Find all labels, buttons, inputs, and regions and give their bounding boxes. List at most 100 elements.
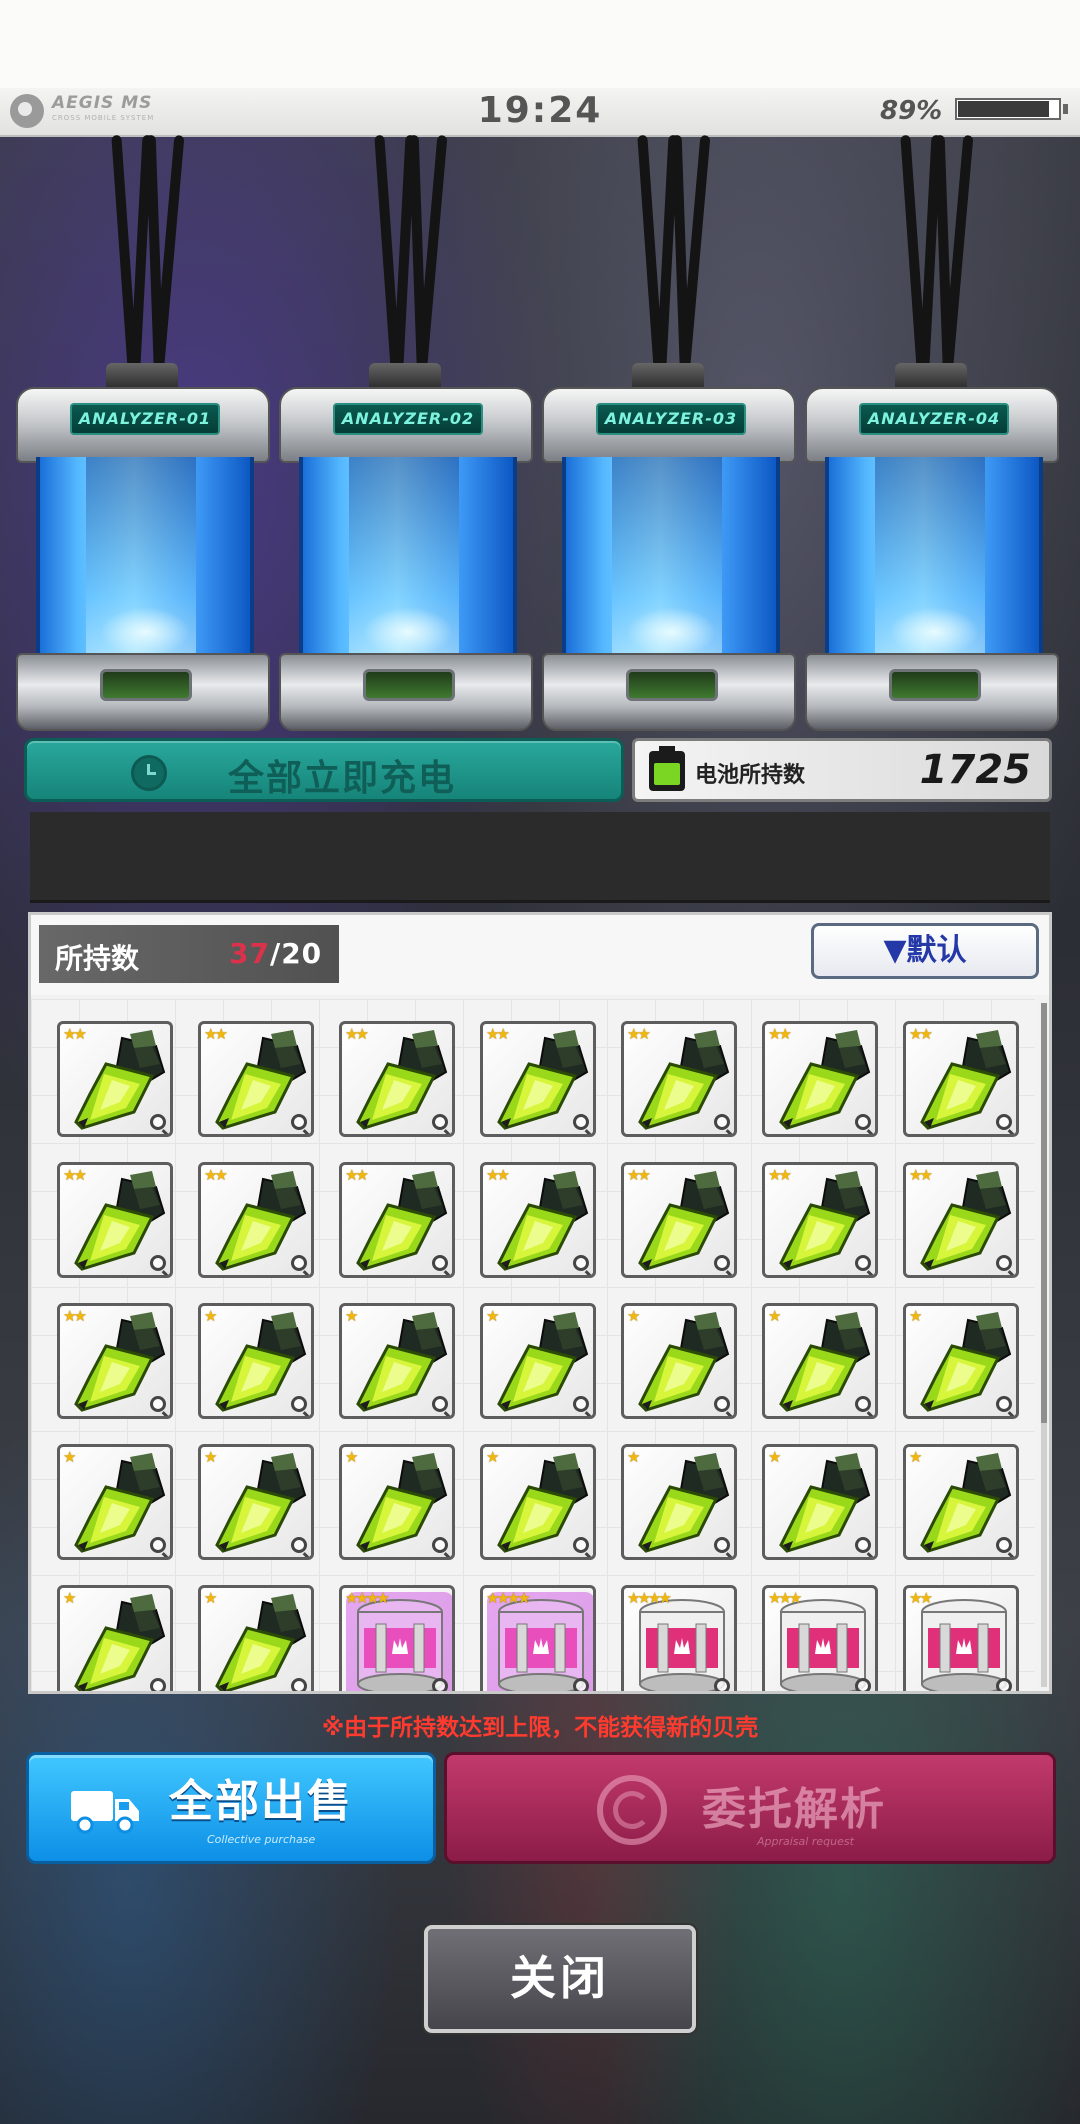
magnifier-icon[interactable] — [432, 1255, 448, 1271]
inventory-item-33[interactable]: ★★★★ — [621, 1585, 737, 1691]
magnifier-icon[interactable] — [996, 1537, 1012, 1553]
analyzer-capsule-3[interactable]: ANALYZER-03 — [540, 134, 796, 731]
magnifier-icon[interactable] — [291, 1114, 307, 1130]
magnifier-icon[interactable] — [150, 1678, 166, 1691]
magnifier-icon[interactable] — [855, 1255, 871, 1271]
magnifier-icon[interactable] — [714, 1537, 730, 1553]
inventory-item-27[interactable]: ★ — [762, 1444, 878, 1560]
inventory-item-24[interactable]: ★ — [339, 1444, 455, 1560]
inventory-item-5[interactable]: ★★ — [621, 1021, 737, 1137]
magnifier-icon[interactable] — [855, 1396, 871, 1412]
magnifier-icon[interactable] — [996, 1114, 1012, 1130]
analyzer-glass — [825, 457, 1043, 657]
magnifier-icon[interactable] — [855, 1678, 871, 1691]
analyzer-label: ANALYZER-01 — [70, 403, 220, 435]
inventory-item-8[interactable]: ★★ — [57, 1162, 173, 1278]
magnifier-icon[interactable] — [150, 1537, 166, 1553]
appraise-button[interactable]: 委托解析 Appraisal request — [444, 1752, 1056, 1864]
sort-dropdown-button[interactable]: ▼默认 — [811, 923, 1039, 979]
inventory-item-20[interactable]: ★ — [762, 1303, 878, 1419]
owned-max: /20 — [269, 937, 323, 970]
inventory-item-26[interactable]: ★ — [621, 1444, 737, 1560]
inventory-item-1[interactable]: ★★ — [57, 1021, 173, 1137]
magnifier-icon[interactable] — [855, 1114, 871, 1130]
rarity-stars: ★★★★ — [627, 1589, 672, 1607]
inventory-item-4[interactable]: ★★ — [480, 1021, 596, 1137]
battery-holding-count: 1725 — [919, 747, 1031, 793]
grid-scrollbar[interactable] — [1041, 1003, 1047, 1687]
inventory-item-21[interactable]: ★ — [903, 1303, 1019, 1419]
inventory-item-32[interactable]: ★★★★ — [480, 1585, 596, 1691]
inventory-item-30[interactable]: ★ — [198, 1585, 314, 1691]
magnifier-icon[interactable] — [291, 1255, 307, 1271]
owned-count: 37/20 — [229, 937, 322, 970]
analyzer-glass — [299, 457, 517, 657]
inventory-item-34[interactable]: ★★★ — [762, 1585, 878, 1691]
magnifier-icon[interactable] — [432, 1678, 448, 1691]
magnifier-icon[interactable] — [150, 1396, 166, 1412]
rarity-stars: ★★★★ — [486, 1589, 531, 1607]
magnifier-icon[interactable] — [573, 1255, 589, 1271]
inventory-item-9[interactable]: ★★ — [198, 1162, 314, 1278]
magnifier-icon[interactable] — [150, 1255, 166, 1271]
inventory-item-10[interactable]: ★★ — [339, 1162, 455, 1278]
inventory-item-31[interactable]: ★★★★ — [339, 1585, 455, 1691]
owned-count-tab: 所持数 37/20 — [39, 925, 339, 983]
inventory-item-29[interactable]: ★ — [57, 1585, 173, 1691]
inventory-item-15[interactable]: ★★ — [57, 1303, 173, 1419]
rarity-stars: ★ — [909, 1307, 923, 1325]
magnifier-icon[interactable] — [714, 1255, 730, 1271]
magnifier-icon[interactable] — [573, 1396, 589, 1412]
item-grid[interactable]: ★★ ★★ ★★ ★★ ★★ ★★ ★★ ★★ ★★ ★★ ★★ ★★ ★★ ★★ ★★ ★ ★ ★ ★ ★ ★ ★ ★ ★ ★… — [31, 999, 1035, 1691]
magnifier-icon[interactable] — [714, 1114, 730, 1130]
magnifier-icon[interactable] — [855, 1537, 871, 1553]
inventory-item-28[interactable]: ★ — [903, 1444, 1019, 1560]
charge-all-button[interactable]: 全部立即充电 — [24, 738, 624, 802]
magnifier-icon[interactable] — [996, 1678, 1012, 1691]
close-button[interactable]: 关闭 — [424, 1925, 696, 2033]
rarity-stars: ★★ — [627, 1166, 651, 1184]
analyzer-glass — [36, 457, 254, 657]
inventory-item-17[interactable]: ★ — [339, 1303, 455, 1419]
status-bar: AEGIS MS CROSS MOBILE SYSTEM 19:24 89% — [0, 88, 1080, 137]
magnifier-icon[interactable] — [996, 1396, 1012, 1412]
magnifier-icon[interactable] — [432, 1537, 448, 1553]
magnifier-icon[interactable] — [432, 1396, 448, 1412]
magnifier-icon[interactable] — [291, 1537, 307, 1553]
magnifier-icon[interactable] — [573, 1114, 589, 1130]
magnifier-icon[interactable] — [432, 1114, 448, 1130]
rarity-stars: ★ — [204, 1448, 218, 1466]
inventory-item-3[interactable]: ★★ — [339, 1021, 455, 1137]
inventory-item-22[interactable]: ★ — [57, 1444, 173, 1560]
rarity-stars: ★★ — [909, 1025, 933, 1043]
magnifier-icon[interactable] — [573, 1678, 589, 1691]
rarity-stars: ★ — [486, 1448, 500, 1466]
inventory-item-35[interactable]: ★★ — [903, 1585, 1019, 1691]
magnifier-icon[interactable] — [714, 1678, 730, 1691]
magnifier-icon[interactable] — [573, 1537, 589, 1553]
rarity-stars: ★★ — [909, 1589, 933, 1607]
inventory-item-23[interactable]: ★ — [198, 1444, 314, 1560]
inventory-item-12[interactable]: ★★ — [621, 1162, 737, 1278]
inventory-item-6[interactable]: ★★ — [762, 1021, 878, 1137]
inventory-item-14[interactable]: ★★ — [903, 1162, 1019, 1278]
rarity-stars: ★ — [345, 1307, 359, 1325]
inventory-item-7[interactable]: ★★ — [903, 1021, 1019, 1137]
inventory-item-18[interactable]: ★ — [480, 1303, 596, 1419]
inventory-item-2[interactable]: ★★ — [198, 1021, 314, 1137]
inventory-item-19[interactable]: ★ — [621, 1303, 737, 1419]
magnifier-icon[interactable] — [714, 1396, 730, 1412]
sell-all-button[interactable]: 全部出售 Collective purchase — [26, 1752, 436, 1864]
analyzer-capsule-4[interactable]: ANALYZER-04 — [803, 134, 1059, 731]
inventory-item-11[interactable]: ★★ — [480, 1162, 596, 1278]
scroll-thumb[interactable] — [1041, 1003, 1047, 1423]
inventory-item-25[interactable]: ★ — [480, 1444, 596, 1560]
inventory-item-13[interactable]: ★★ — [762, 1162, 878, 1278]
analyzer-capsule-2[interactable]: ANALYZER-02 — [277, 134, 533, 731]
magnifier-icon[interactable] — [291, 1396, 307, 1412]
magnifier-icon[interactable] — [150, 1114, 166, 1130]
analyzer-capsule-1[interactable]: ANALYZER-01 — [14, 134, 270, 731]
inventory-item-16[interactable]: ★ — [198, 1303, 314, 1419]
magnifier-icon[interactable] — [291, 1678, 307, 1691]
magnifier-icon[interactable] — [996, 1255, 1012, 1271]
